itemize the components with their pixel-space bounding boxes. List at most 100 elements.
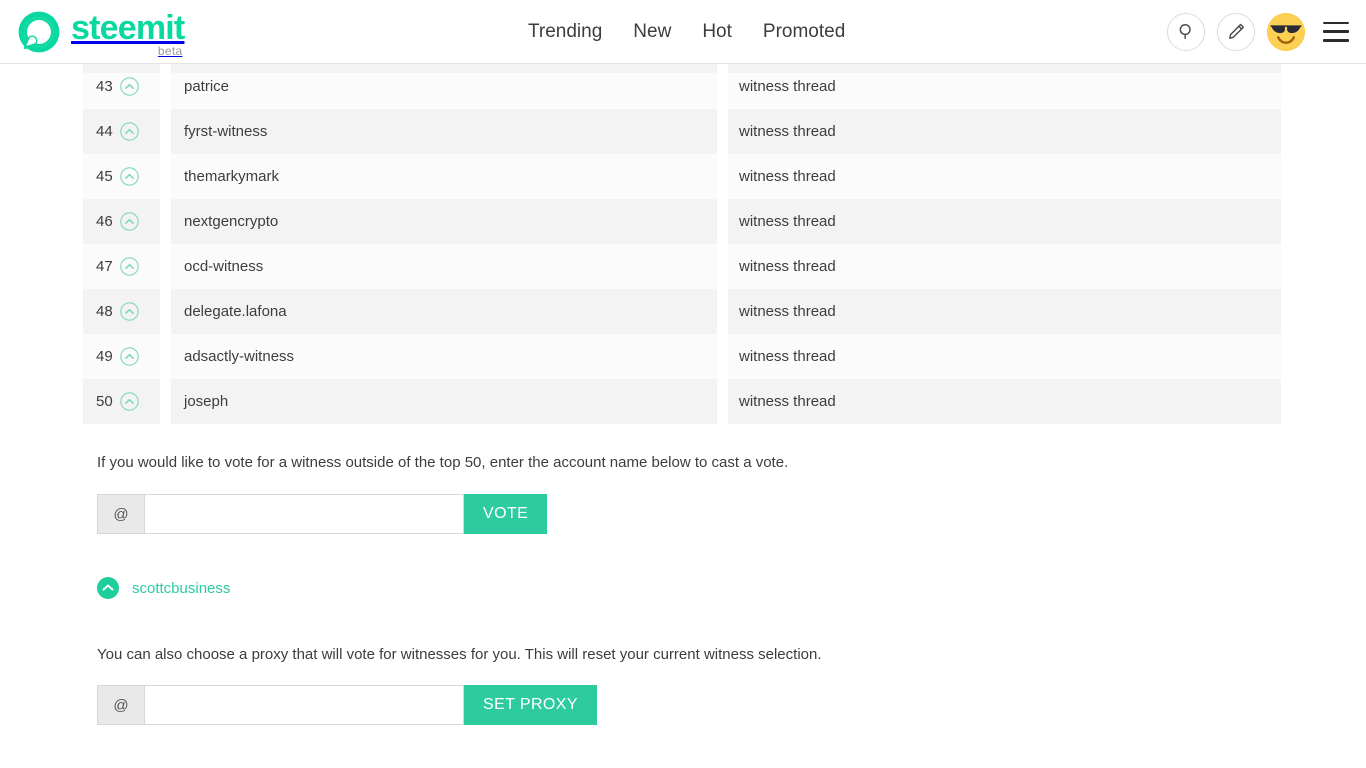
witness-name: nextgencrypto [184, 213, 279, 230]
witness-page: 43 patrice witness thread 44 fyrst-witness wi… [0, 64, 1366, 768]
upvote-icon[interactable] [119, 302, 139, 321]
gap-cell-b [717, 379, 728, 424]
upvote-icon[interactable] [119, 257, 139, 276]
clipped-rank-cell [83, 64, 160, 73]
witness-thread-link[interactable]: witness thread [739, 123, 836, 140]
hamburger-menu-button[interactable] [1323, 21, 1349, 42]
gap-cell-a [160, 244, 171, 289]
hamburger-line-1 [1323, 21, 1349, 25]
thread-cell: witness thread [728, 289, 1281, 334]
witness-name: patrice [184, 78, 230, 95]
gap-cell-b [717, 334, 728, 379]
hamburger-line-2 [1323, 30, 1349, 33]
rank-cell: 50 [83, 379, 160, 424]
clipped-thread-cell [728, 64, 1281, 73]
upvote-icon[interactable] [119, 167, 139, 186]
witness-name: delegate.lafona [184, 303, 287, 320]
main-navigation: Trending New Hot Promoted [528, 21, 845, 43]
rank-cell: 47 [83, 244, 160, 289]
vote-button[interactable]: VOTE [464, 494, 548, 534]
witness-thread-link[interactable]: witness thread [739, 168, 836, 185]
witness-thread-link[interactable]: witness thread [739, 393, 836, 410]
table-row: 47 ocd-witness witness thread [83, 244, 1281, 289]
set-proxy-button[interactable]: SET PROXY [464, 685, 597, 725]
gap-cell-b [717, 244, 728, 289]
vote-instructions: If you would like to vote for a witness … [97, 454, 789, 471]
voted-witness-link[interactable]: scottcbusiness [132, 580, 230, 597]
current-witness-votes: scottcbusiness [83, 577, 1283, 599]
vote-account-input[interactable] [144, 494, 464, 534]
search-icon [1179, 24, 1191, 40]
name-cell: ocd-witness [171, 244, 717, 289]
rank-cell: 49 [83, 334, 160, 379]
upvote-icon[interactable] [119, 392, 139, 411]
upvote-icon[interactable] [119, 77, 139, 96]
name-cell: joseph [171, 379, 717, 424]
nav-promoted[interactable]: Promoted [763, 21, 845, 43]
thread-cell: witness thread [728, 244, 1281, 289]
nav-new[interactable]: New [633, 21, 671, 43]
site-header: steemit beta Trending New Hot Promoted [0, 0, 1366, 64]
thread-cell: witness thread [728, 379, 1281, 424]
name-cell: delegate.lafona [171, 289, 717, 334]
witness-rank: 47 [96, 258, 113, 275]
rank-cell: 48 [83, 289, 160, 334]
rank-cell: 44 [83, 109, 160, 154]
table-row: 44 fyrst-witness witness thread [83, 109, 1281, 154]
vote-form: @ VOTE [97, 494, 1283, 534]
hamburger-line-3 [1323, 38, 1349, 42]
nav-trending[interactable]: Trending [528, 21, 602, 43]
witness-thread-link[interactable]: witness thread [739, 348, 836, 365]
witness-rank: 50 [96, 393, 113, 410]
upvote-icon[interactable] [119, 347, 139, 366]
clipped-table-row [83, 64, 1281, 73]
witness-thread-link[interactable]: witness thread [739, 78, 836, 95]
proxy-account-input[interactable] [144, 685, 464, 725]
vote-at-prefix: @ [97, 494, 144, 534]
gap-cell-a [160, 199, 171, 244]
user-avatar[interactable] [1267, 12, 1305, 51]
upvote-icon[interactable] [119, 122, 139, 141]
proxy-form: @ SET PROXY [97, 685, 1283, 725]
witness-rank: 45 [96, 168, 113, 185]
witness-thread-link[interactable]: witness thread [739, 213, 836, 230]
clipped-name-cell [171, 64, 717, 73]
gap-cell-b [717, 109, 728, 154]
witness-thread-link[interactable]: witness thread [739, 258, 836, 275]
witness-rank: 49 [96, 348, 113, 365]
witness-name: fyrst-witness [184, 123, 268, 140]
witness-name: themarkymark [184, 168, 280, 185]
gap-cell-a [160, 379, 171, 424]
rank-cell: 45 [83, 154, 160, 199]
table-row: 46 nextgencrypto witness thread [83, 199, 1281, 244]
nav-hot[interactable]: Hot [702, 21, 732, 43]
sunglasses-emoji-icon [1267, 12, 1305, 51]
table-row: 50 joseph witness thread [83, 379, 1281, 424]
upvote-filled-icon[interactable] [97, 577, 119, 599]
thread-cell: witness thread [728, 109, 1281, 154]
rank-cell: 46 [83, 199, 160, 244]
gap-cell-b [717, 289, 728, 334]
gap-cell-a [160, 334, 171, 379]
compose-post-button[interactable] [1217, 12, 1255, 51]
gap-cell-a [160, 109, 171, 154]
witness-thread-link[interactable]: witness thread [739, 303, 836, 320]
search-button[interactable] [1167, 12, 1205, 51]
proxy-at-prefix: @ [97, 685, 144, 725]
witness-rank: 48 [96, 303, 113, 320]
thread-cell: witness thread [728, 334, 1281, 379]
upvote-icon[interactable] [119, 212, 139, 231]
header-actions [1167, 12, 1349, 51]
thread-cell: witness thread [728, 154, 1281, 199]
witness-table-body: 43 patrice witness thread 44 fyrst-witness wi… [83, 64, 1281, 424]
witness-ranking-table: 43 patrice witness thread 44 fyrst-witness wi… [83, 64, 1281, 424]
gap-cell-a [160, 289, 171, 334]
brand-beta-tag: beta [157, 43, 183, 58]
vote-outside-top50-block: If you would like to vote for a witness … [83, 453, 1283, 534]
steemit-logo-link[interactable]: steemit beta [16, 9, 185, 58]
table-row: 45 themarkymark witness thread [83, 154, 1281, 199]
pencil-icon [1228, 23, 1244, 39]
witness-rank: 46 [96, 213, 113, 230]
thread-cell: witness thread [728, 199, 1281, 244]
witness-name: ocd-witness [184, 258, 264, 275]
